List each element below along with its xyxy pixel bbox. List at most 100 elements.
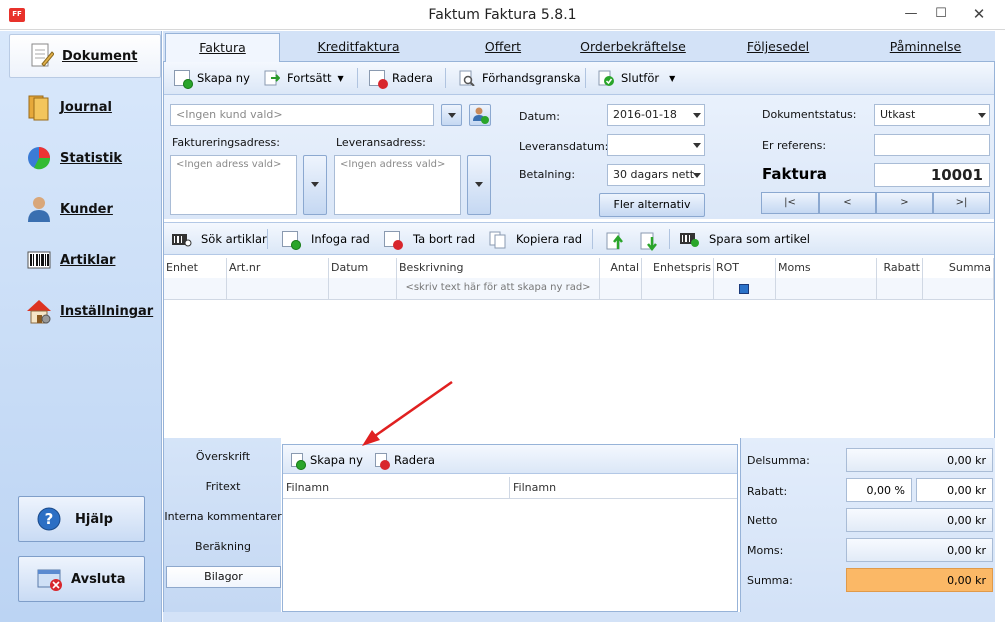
column-header-enhetspris[interactable]: Enhetspris: [642, 258, 714, 278]
sidebar-item-installningar[interactable]: Inställningar: [8, 289, 160, 333]
help-button[interactable]: ? Hjälp: [18, 496, 145, 542]
last-record-button[interactable]: >|: [933, 192, 990, 214]
reference-label: Er referens:: [762, 139, 827, 152]
delete-button[interactable]: Radera: [369, 62, 433, 94]
sidebar-item-dokument[interactable]: Dokument: [9, 34, 161, 78]
continue-button[interactable]: Fortsätt ▼: [264, 62, 344, 94]
delivery-date-field[interactable]: [607, 134, 705, 156]
sidebar-item-artiklar[interactable]: Artiklar: [8, 238, 160, 282]
payment-terms-select[interactable]: 30 dagars nett: [607, 164, 705, 186]
column-header-beskrivning[interactable]: Beskrivning: [397, 258, 600, 278]
maximize-button[interactable]: ☐: [926, 0, 956, 30]
move-row-up-button[interactable]: [606, 223, 629, 255]
column-header-rabatt[interactable]: Rabatt: [877, 258, 923, 278]
more-options-button[interactable]: Fler alternativ: [599, 193, 705, 217]
billing-address-dropdown[interactable]: [303, 155, 327, 215]
discount-amount-field[interactable]: 0,00 kr: [916, 478, 993, 502]
column-header-filnamn[interactable]: Filnamn: [510, 477, 737, 499]
previous-record-button[interactable]: <: [819, 192, 876, 214]
sidebar-item-label: Journal: [60, 99, 112, 115]
discount-percent-field[interactable]: 0,00 %: [846, 478, 912, 502]
payment-value: 30 dagars nett: [613, 168, 695, 181]
customer-dropdown-button[interactable]: [441, 104, 462, 126]
sidebar-item-journal[interactable]: Journal: [8, 85, 160, 129]
insert-row-button[interactable]: Infoga rad: [282, 223, 370, 255]
insert-row-icon: [282, 231, 301, 250]
tab-orderbekraftelse[interactable]: Orderbekräftelse: [568, 33, 698, 62]
quit-icon: [37, 567, 63, 591]
search-articles-label: Sök artiklar: [201, 232, 267, 246]
tab-offert[interactable]: Offert: [448, 33, 558, 62]
new-row-cell[interactable]: [164, 278, 227, 300]
create-new-button[interactable]: Skapa ny: [174, 62, 250, 94]
toolbar-divider: [357, 68, 358, 88]
rot-checkbox[interactable]: [739, 284, 749, 294]
document-status-label: Dokumentstatus:: [762, 108, 857, 121]
customer-select[interactable]: <Ingen kund vald>: [170, 104, 434, 126]
net-label: Netto: [747, 514, 778, 527]
column-header-datum[interactable]: Datum: [329, 258, 397, 278]
subtotal-value: 0,00 kr: [846, 448, 993, 472]
billing-address-field[interactable]: <Ingen adress vald>: [170, 155, 297, 215]
chevron-down-icon: [311, 182, 319, 187]
rot-cell[interactable]: [714, 278, 776, 300]
column-header-enhet[interactable]: Enhet: [164, 258, 227, 278]
nav-fritext[interactable]: Fritext: [164, 476, 282, 500]
sidebar-item-label: Statistik: [60, 150, 123, 166]
nav-bilagor[interactable]: Bilagor: [166, 566, 281, 588]
tab-foljesedel[interactable]: Följesedel: [723, 33, 833, 62]
close-window-button[interactable]: ✕: [956, 0, 1002, 30]
tab-kreditfaktura[interactable]: Kreditfaktura: [291, 33, 426, 62]
remove-row-button[interactable]: Ta bort rad: [384, 223, 475, 255]
tab-faktura[interactable]: Faktura: [165, 33, 280, 63]
document-status-select[interactable]: Utkast: [874, 104, 990, 126]
delivery-address-label: Leveransadress:: [336, 136, 426, 149]
select-customer-button[interactable]: [469, 104, 491, 126]
attachment-delete-button[interactable]: Radera: [375, 445, 435, 475]
tab-paminnelse[interactable]: Påminnelse: [863, 33, 988, 62]
net-value: 0,00 kr: [846, 508, 993, 532]
delivery-address-field[interactable]: <Ingen adress vald>: [334, 155, 461, 215]
toolbar-divider: [592, 229, 593, 249]
column-header-artnr[interactable]: Art.nr: [227, 258, 329, 278]
new-row-cell[interactable]: [776, 278, 877, 300]
quit-button[interactable]: Avsluta: [18, 556, 145, 602]
new-row-cell[interactable]: [600, 278, 642, 300]
date-field[interactable]: 2016-01-18: [607, 104, 705, 126]
finish-button[interactable]: Slutför ▼: [598, 62, 675, 94]
column-header-summa[interactable]: Summa: [923, 258, 994, 278]
minimize-button[interactable]: —: [896, 0, 926, 30]
search-articles-button[interactable]: Sök artiklar: [172, 223, 267, 255]
delete-label: Radera: [392, 71, 433, 85]
reference-field[interactable]: [874, 134, 990, 156]
column-header-rot[interactable]: ROT: [714, 258, 776, 278]
delivery-address-dropdown[interactable]: [467, 155, 491, 215]
new-row-cell[interactable]: [923, 278, 994, 300]
preview-button[interactable]: Förhandsgranska: [459, 62, 581, 94]
sidebar-item-kunder[interactable]: Kunder: [8, 187, 160, 231]
subtotal-label: Delsumma:: [747, 454, 810, 467]
attachment-new-button[interactable]: Skapa ny: [291, 445, 363, 475]
nav-berakning[interactable]: Beräkning: [164, 536, 282, 560]
column-header-moms[interactable]: Moms: [776, 258, 877, 278]
first-record-button[interactable]: |<: [761, 192, 819, 214]
discount-label: Rabatt:: [747, 485, 788, 498]
continue-label: Fortsätt: [287, 71, 332, 85]
save-as-article-button[interactable]: Spara som artikel: [680, 223, 810, 255]
new-row-cell[interactable]: [877, 278, 923, 300]
column-header-antal[interactable]: Antal: [600, 258, 642, 278]
nav-overskrift[interactable]: Överskrift: [164, 446, 282, 470]
vat-label: Moms:: [747, 544, 784, 557]
delete-document-icon: [375, 453, 390, 470]
next-record-button[interactable]: >: [876, 192, 933, 214]
remove-row-icon: [384, 231, 403, 250]
move-row-down-button[interactable]: [640, 223, 663, 255]
sidebar-item-statistik[interactable]: Statistik: [8, 136, 160, 180]
nav-interna-kommentarer[interactable]: Interna kommentarer: [164, 506, 282, 530]
new-row-cell[interactable]: [329, 278, 397, 300]
copy-row-button[interactable]: Kopiera rad: [489, 223, 582, 255]
new-row-cell[interactable]: [642, 278, 714, 300]
new-row-cell[interactable]: [227, 278, 329, 300]
column-header-filnamn[interactable]: Filnamn: [283, 477, 510, 499]
new-row-hint[interactable]: <skriv text här för att skapa ny rad>: [397, 278, 600, 300]
